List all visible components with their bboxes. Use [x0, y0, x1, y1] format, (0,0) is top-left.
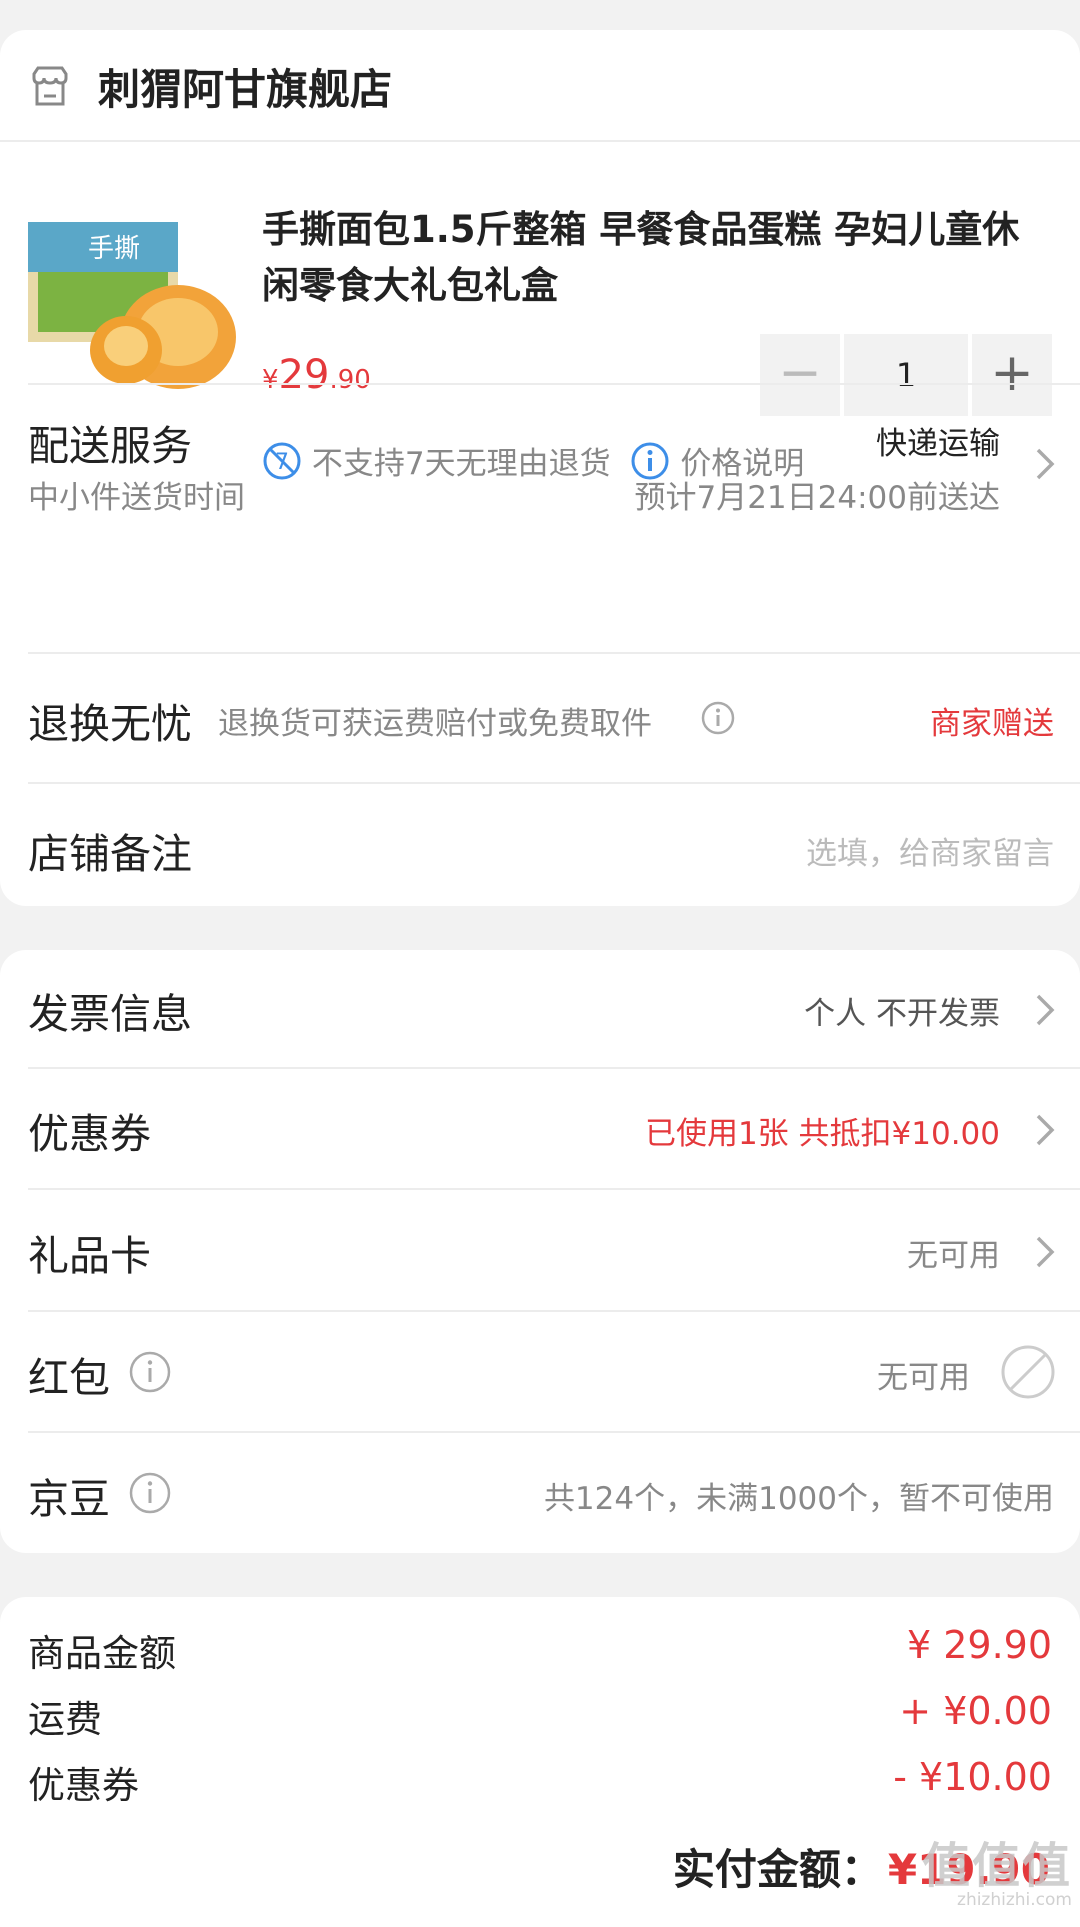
- divider: [28, 782, 1080, 784]
- unavailable-icon: [1001, 1345, 1055, 1399]
- delivery-sub: 中小件送货时间: [28, 480, 245, 516]
- product-title[interactable]: 手撕面包1.5斤整箱 早餐食品蛋糕 孕妇儿童休闲零食大礼包礼盒: [262, 202, 1042, 314]
- shipping-value: + ¥0.00: [899, 1689, 1052, 1733]
- no-return-icon: 7: [262, 441, 302, 481]
- goods-amount-value: ¥ 29.90: [906, 1623, 1052, 1667]
- summary-shipping-row: 运费 + ¥0.00: [28, 1689, 1052, 1745]
- coupon-discount-label: 优惠券: [28, 1764, 139, 1807]
- store-name: 刺猬阿甘旗舰店: [98, 65, 393, 114]
- delivery-method: 快递运输: [876, 426, 1000, 462]
- jingdou-label: 京豆: [28, 1475, 110, 1523]
- decrease-quantity-button[interactable]: −: [760, 334, 840, 416]
- price-currency: ¥: [262, 365, 279, 395]
- giftcard-label: 礼品卡: [28, 1232, 151, 1280]
- redpacket-value: 无可用: [877, 1360, 970, 1396]
- redpacket-label: 红包: [28, 1354, 110, 1402]
- divider: [28, 1188, 1080, 1190]
- divider: [28, 1431, 1080, 1433]
- delivery-label: 配送服务: [28, 422, 192, 470]
- watermark-logo: 值值值: [921, 1838, 1072, 1894]
- delivery-eta: 预计7月21日24:00前送达: [634, 480, 1000, 516]
- payment-options-card: 发票信息 个人 不开发票 优惠券 已使用1张 共抵扣¥10.00 礼品卡 无可用…: [0, 950, 1080, 1553]
- invoice-label: 发票信息: [28, 990, 192, 1038]
- quantity-stepper: − 1 +: [760, 334, 1054, 416]
- divider: [28, 383, 1080, 385]
- returns-desc: 退换货可获运费赔付或免费取件: [218, 706, 652, 742]
- divider: [28, 1310, 1080, 1312]
- chevron-right-icon: [1036, 448, 1055, 480]
- coupon-discount-value: - ¥10.00: [893, 1755, 1052, 1799]
- goods-amount-label: 商品金额: [28, 1632, 176, 1675]
- chevron-right-icon: [1036, 1236, 1055, 1268]
- remark-label: 店铺备注: [28, 830, 192, 878]
- watermark: 值值值 zhizhizhi.com: [922, 1826, 1072, 1910]
- coupon-value: 已使用1张 共抵扣¥10.00: [644, 1116, 1000, 1152]
- info-icon[interactable]: [700, 700, 736, 736]
- price-integer: 29: [278, 352, 330, 398]
- returns-label: 退换无忧: [28, 700, 192, 748]
- coupon-label: 优惠券: [28, 1110, 151, 1158]
- summary-goods-row: 商品金额 ¥ 29.90: [28, 1623, 1052, 1679]
- svg-text:手撕: 手撕: [88, 234, 140, 264]
- divider: [28, 1067, 1080, 1069]
- total-label: 实付金额：: [672, 1845, 883, 1894]
- returns-value: 商家赠送: [930, 706, 1054, 742]
- no-return-tag: 不支持7天无理由退货: [311, 446, 611, 482]
- invoice-value: 个人 不开发票: [804, 996, 1000, 1032]
- chevron-right-icon: [1036, 1114, 1055, 1146]
- info-icon[interactable]: [128, 1350, 172, 1394]
- info-icon[interactable]: [128, 1471, 172, 1515]
- product-price: ¥29.90: [262, 352, 371, 398]
- chevron-right-icon: [1036, 994, 1055, 1026]
- order-store-card: 刺猬阿甘旗舰店 手撕 手撕面包1.5斤整箱 早餐食品蛋糕 孕妇儿童休闲零食大礼包…: [0, 30, 1080, 906]
- jingdou-value: 共124个，未满1000个，暂不可使用: [543, 1481, 1054, 1517]
- remark-input[interactable]: 选填，给商家留言: [806, 828, 1054, 873]
- price-decimal: .90: [329, 365, 371, 395]
- store-icon: [32, 66, 68, 106]
- giftcard-value: 无可用: [907, 1238, 1000, 1274]
- product-image[interactable]: 手撕: [28, 202, 238, 412]
- shipping-label: 运费: [28, 1698, 102, 1741]
- quantity-value[interactable]: 1: [844, 334, 968, 416]
- divider: [28, 652, 1080, 654]
- increase-quantity-button[interactable]: +: [972, 334, 1052, 416]
- summary-coupon-row: 优惠券 - ¥10.00: [28, 1755, 1052, 1811]
- store-header[interactable]: 刺猬阿甘旗舰店: [0, 30, 1080, 142]
